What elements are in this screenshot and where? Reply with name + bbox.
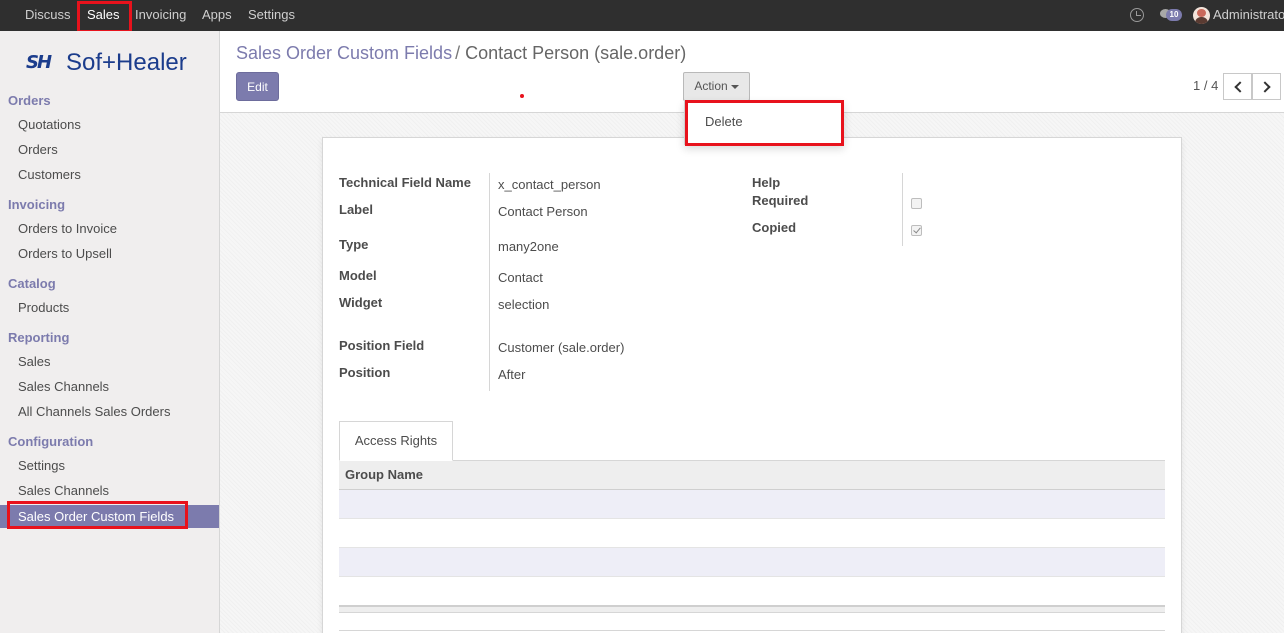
value-widget: selection: [498, 297, 550, 312]
notification-badge[interactable]: 10: [1166, 9, 1182, 21]
top-navbar: Discuss Sales Invoicing Apps Settings 10…: [0, 0, 1284, 33]
sidebar-item-quotations[interactable]: Quotations: [18, 117, 81, 132]
edit-button[interactable]: Edit: [236, 72, 279, 101]
sidebar-item-orders-to-upsell[interactable]: Orders to Upsell: [18, 246, 112, 261]
sidebar-item-settings[interactable]: Settings: [18, 458, 65, 473]
tab-access-rights[interactable]: Access Rights: [339, 421, 453, 461]
label-label: Label: [339, 202, 373, 217]
breadcrumb-parent[interactable]: Sales Order Custom Fields: [236, 43, 452, 63]
sidebar-item-all-channels-sales-orders[interactable]: All Channels Sales Orders: [18, 404, 170, 419]
value-position: After: [498, 367, 526, 382]
value-type: many2one: [498, 239, 559, 254]
value-technical-field-name: x_contact_person: [498, 177, 601, 192]
label-required: Required: [752, 193, 809, 208]
clock-icon[interactable]: [1130, 8, 1144, 22]
left-group-divider: [489, 173, 490, 391]
sidebar-item-customers[interactable]: Customers: [18, 167, 81, 182]
sidebar-item-sales-order-custom-fields[interactable]: Sales Order Custom Fields: [0, 505, 219, 528]
sidebar: SH Sof+Healer Orders Quotations Orders C…: [0, 31, 220, 633]
sidebar-header-orders[interactable]: Orders: [8, 93, 51, 108]
menu-apps[interactable]: Apps: [202, 0, 232, 31]
table-row: [339, 490, 1165, 519]
label-copied: Copied: [752, 220, 797, 235]
table-footer: [339, 605, 1165, 613]
sidebar-item-sales-channels-report[interactable]: Sales Channels: [18, 379, 109, 394]
sidebar-header-reporting[interactable]: Reporting: [8, 330, 69, 345]
sidebar-header-configuration[interactable]: Configuration: [8, 434, 93, 449]
sidebar-item-sales[interactable]: Sales: [18, 354, 51, 369]
label-technical-field-name: Technical Field Name: [339, 175, 471, 190]
value-label: Contact Person: [498, 204, 588, 219]
column-group-name[interactable]: Group Name: [345, 467, 423, 482]
label-help: Help: [752, 175, 781, 190]
pager-value[interactable]: 1 / 4: [1193, 78, 1218, 93]
table-footer-line: [339, 630, 1165, 631]
copied-checkbox[interactable]: [911, 225, 922, 236]
user-menu[interactable]: Administrator: [1213, 0, 1284, 30]
breadcrumb: Sales Order Custom Fields / Contact Person…: [236, 43, 686, 64]
action-dropdown-menu: Delete: [684, 100, 844, 145]
table-row: [339, 548, 1165, 577]
right-group-divider: [902, 173, 903, 246]
brand-mark: SH: [26, 52, 52, 73]
sidebar-header-catalog[interactable]: Catalog: [8, 276, 56, 291]
caret-down-icon: [730, 84, 739, 89]
avatar[interactable]: [1193, 7, 1210, 24]
label-widget: Widget: [339, 295, 383, 310]
menu-invoicing[interactable]: Invoicing: [135, 0, 186, 31]
table-row: [339, 519, 1165, 548]
label-position: Position: [339, 365, 391, 380]
brand-logo: SH Sof+Healer: [26, 49, 196, 77]
action-button[interactable]: Action: [683, 72, 750, 101]
menu-item-delete[interactable]: Delete: [705, 114, 743, 129]
label-model: Model: [339, 268, 377, 283]
chevron-right-icon: [1259, 81, 1271, 93]
breadcrumb-separator: /: [455, 43, 461, 63]
action-button-label: Action: [694, 79, 728, 93]
breadcrumb-current: Contact Person (sale.order): [465, 43, 687, 63]
menu-sales[interactable]: Sales: [87, 0, 120, 31]
value-model[interactable]: Contact: [498, 270, 543, 285]
required-checkbox[interactable]: [911, 198, 922, 209]
pager-previous-button[interactable]: [1223, 73, 1252, 100]
sidebar-item-orders-to-invoice[interactable]: Orders to Invoice: [18, 221, 117, 236]
table-row: [339, 577, 1165, 606]
chevron-left-icon: [1234, 81, 1246, 93]
sidebar-item-sales-channels[interactable]: Sales Channels: [18, 483, 109, 498]
sidebar-header-invoicing[interactable]: Invoicing: [8, 197, 65, 212]
menu-discuss[interactable]: Discuss: [25, 0, 71, 31]
annotation-dot: [520, 94, 524, 98]
label-position-field: Position Field: [339, 338, 425, 353]
sidebar-item-products[interactable]: Products: [18, 300, 69, 315]
table-header: Group Name: [339, 460, 1165, 490]
menu-settings[interactable]: Settings: [248, 0, 295, 31]
sidebar-item-orders[interactable]: Orders: [18, 142, 58, 157]
value-position-field[interactable]: Customer (sale.order): [498, 340, 624, 355]
label-type: Type: [339, 237, 369, 252]
pager-next-button[interactable]: [1252, 73, 1281, 100]
brand-name: Sof+Healer: [66, 49, 187, 76]
